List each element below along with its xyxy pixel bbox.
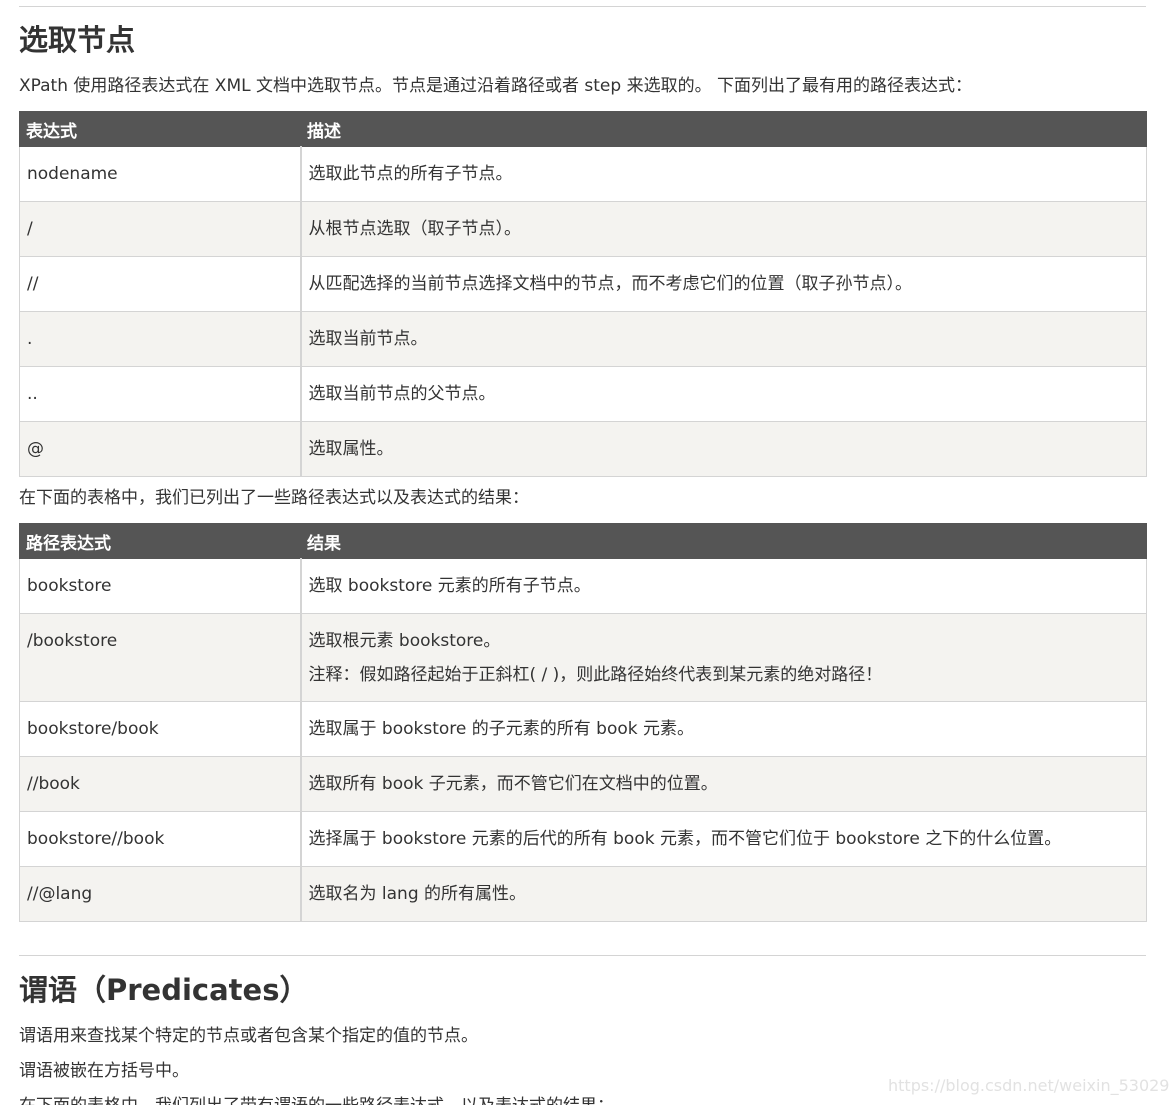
description-cell: 从根节点选取（取子节点）。 <box>300 201 1147 257</box>
path-results-table: 路径表达式 结果 bookstore 选取 bookstore 元素的所有子节点… <box>19 523 1147 922</box>
predicates-paragraph-2: 谓语被嵌在方括号中。 <box>19 1061 189 1081</box>
column-header-expression: 表达式 <box>19 111 301 147</box>
section-heading-predicates: 谓语（Predicates） <box>19 973 309 1007</box>
between-paragraph: 在下面的表格中，我们已列出了一些路径表达式以及表达式的结果： <box>19 488 529 508</box>
table-row: .. 选取当前节点的父节点。 <box>19 366 1147 422</box>
table-header-row: 路径表达式 结果 <box>19 523 1147 559</box>
column-header-description: 描述 <box>300 111 1147 147</box>
expression-cell: / <box>19 201 302 257</box>
table-row: bookstore 选取 bookstore 元素的所有子节点。 <box>19 558 1147 614</box>
result-cell: 选取所有 book 子元素，而不管它们在文档中的位置。 <box>300 756 1147 812</box>
result-note: 注释：假如路径起始于正斜杠( / )，则此路径始终代表到某元素的绝对路径！ <box>308 665 883 685</box>
expressions-table: 表达式 描述 nodename 选取此节点的所有子节点。 / 从根节点选取（取子… <box>19 111 1147 477</box>
table-row: /bookstore 选取根元素 bookstore。 注释：假如路径起始于正斜… <box>19 613 1147 702</box>
description-cell: 从匹配选择的当前节点选择文档中的节点，而不考虑它们的位置（取子孙节点）。 <box>300 256 1147 312</box>
table-header-row: 表达式 描述 <box>19 111 1147 147</box>
section-divider-top <box>19 6 1146 7</box>
description-cell: 选取当前节点。 <box>300 311 1147 367</box>
table-row: //book 选取所有 book 子元素，而不管它们在文档中的位置。 <box>19 756 1147 812</box>
table-row: nodename 选取此节点的所有子节点。 <box>19 146 1147 202</box>
expression-cell: bookstore/book <box>19 701 302 757</box>
column-header-result: 结果 <box>300 523 1147 559</box>
intro-paragraph: XPath 使用路径表达式在 XML 文档中选取节点。节点是通过沿着路径或者 s… <box>19 76 972 96</box>
table-row: / 从根节点选取（取子节点）。 <box>19 201 1147 257</box>
table-row: @ 选取属性。 <box>19 421 1147 477</box>
table-row: bookstore//book 选择属于 bookstore 元素的后代的所有 … <box>19 811 1147 867</box>
description-cell: 选取属性。 <box>300 421 1147 477</box>
column-header-path-expression: 路径表达式 <box>19 523 301 559</box>
expression-cell: . <box>19 311 302 367</box>
result-cell: 选择属于 bookstore 元素的后代的所有 book 元素，而不管它们位于 … <box>300 811 1147 867</box>
section-divider <box>19 955 1146 956</box>
table-row: . 选取当前节点。 <box>19 311 1147 367</box>
expression-cell: bookstore//book <box>19 811 302 867</box>
predicates-paragraph-1: 谓语用来查找某个特定的节点或者包含某个指定的值的节点。 <box>19 1026 478 1046</box>
expression-cell: nodename <box>19 146 302 202</box>
section-heading-select-nodes: 选取节点 <box>19 23 136 57</box>
table-row: // 从匹配选择的当前节点选择文档中的节点，而不考虑它们的位置（取子孙节点）。 <box>19 256 1147 312</box>
expression-cell: //@lang <box>19 866 302 922</box>
expression-cell: // <box>19 256 302 312</box>
page: 选取节点 XPath 使用路径表达式在 XML 文档中选取节点。节点是通过沿着路… <box>0 0 1170 1105</box>
result-text: 选取根元素 bookstore。 <box>308 631 501 651</box>
expression-cell: //book <box>19 756 302 812</box>
expression-cell: /bookstore <box>19 613 302 702</box>
expression-cell: @ <box>19 421 302 477</box>
description-cell: 选取此节点的所有子节点。 <box>300 146 1147 202</box>
result-cell: 选取 bookstore 元素的所有子节点。 <box>300 558 1147 614</box>
table-row: bookstore/book 选取属于 bookstore 的子元素的所有 bo… <box>19 701 1147 757</box>
result-cell: 选取名为 lang 的所有属性。 <box>300 866 1147 922</box>
expression-cell: bookstore <box>19 558 302 614</box>
predicates-paragraph-3: 在下面的表格中，我们列出了带有谓语的一些路径表达式，以及表达式的结果： <box>19 1094 614 1105</box>
watermark: https://blog.csdn.net/weixin_53029881 <box>888 1076 1170 1095</box>
description-cell: 选取当前节点的父节点。 <box>300 366 1147 422</box>
table-row: //@lang 选取名为 lang 的所有属性。 <box>19 866 1147 922</box>
result-cell: 选取属于 bookstore 的子元素的所有 book 元素。 <box>300 701 1147 757</box>
result-cell: 选取根元素 bookstore。 注释：假如路径起始于正斜杠( / )，则此路径… <box>300 613 1147 702</box>
expression-cell: .. <box>19 366 302 422</box>
